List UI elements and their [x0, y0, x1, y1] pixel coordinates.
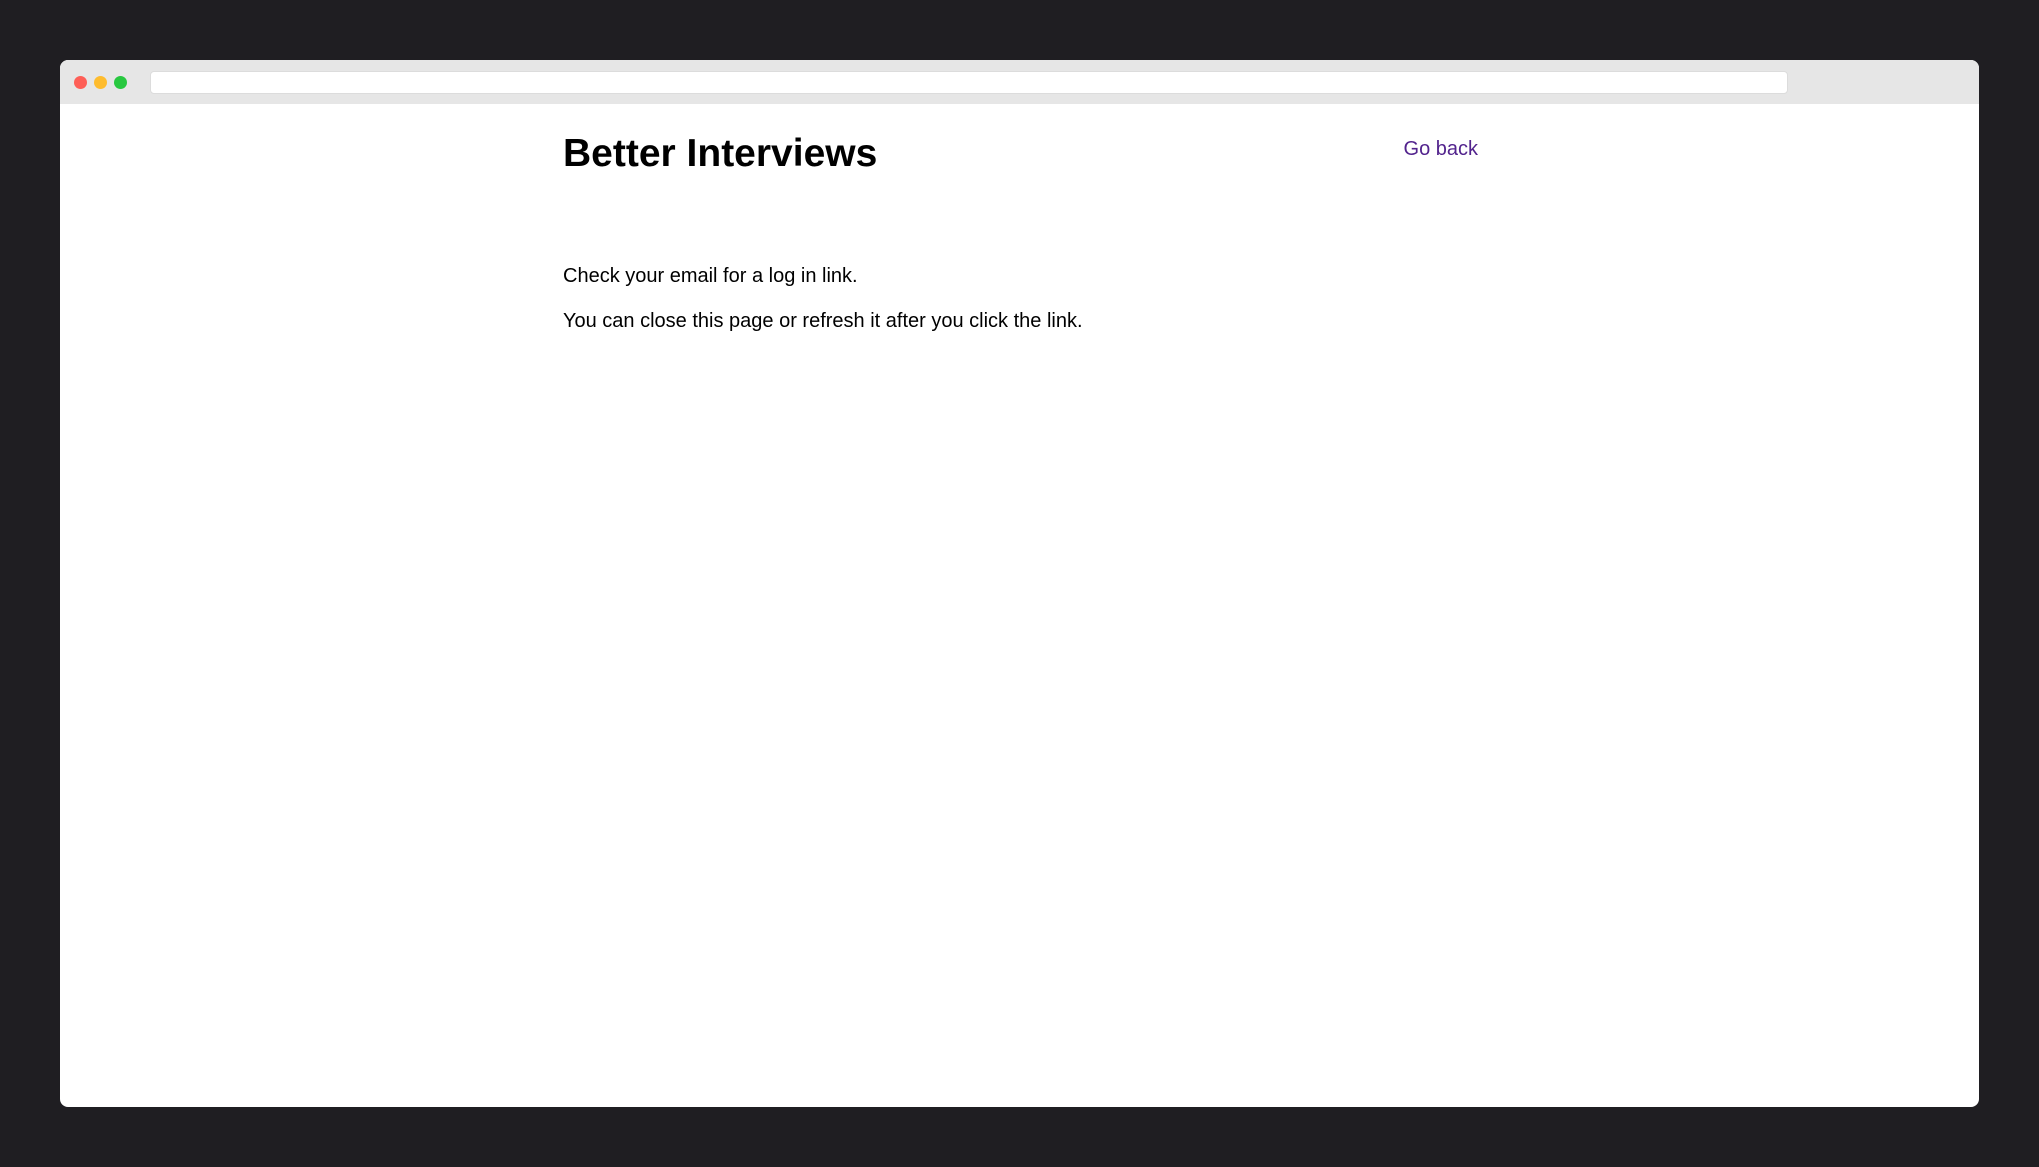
page-title: Better Interviews — [563, 132, 878, 175]
window-close-button[interactable] — [74, 76, 87, 89]
go-back-link[interactable]: Go back — [1404, 138, 1478, 161]
address-bar[interactable] — [150, 71, 1788, 94]
window-minimize-button[interactable] — [94, 76, 107, 89]
window-maximize-button[interactable] — [114, 76, 127, 89]
page-header: Better Interviews Go back — [563, 104, 1478, 180]
email-check-message: Check your email for a log in link. — [563, 265, 858, 287]
page-content: Better Interviews Go back Check your ema… — [563, 104, 1478, 332]
browser-window: Better Interviews Go back Check your ema… — [60, 60, 1979, 1107]
browser-titlebar — [60, 60, 1979, 104]
close-page-message: You can close this page or refresh it af… — [563, 310, 1083, 332]
